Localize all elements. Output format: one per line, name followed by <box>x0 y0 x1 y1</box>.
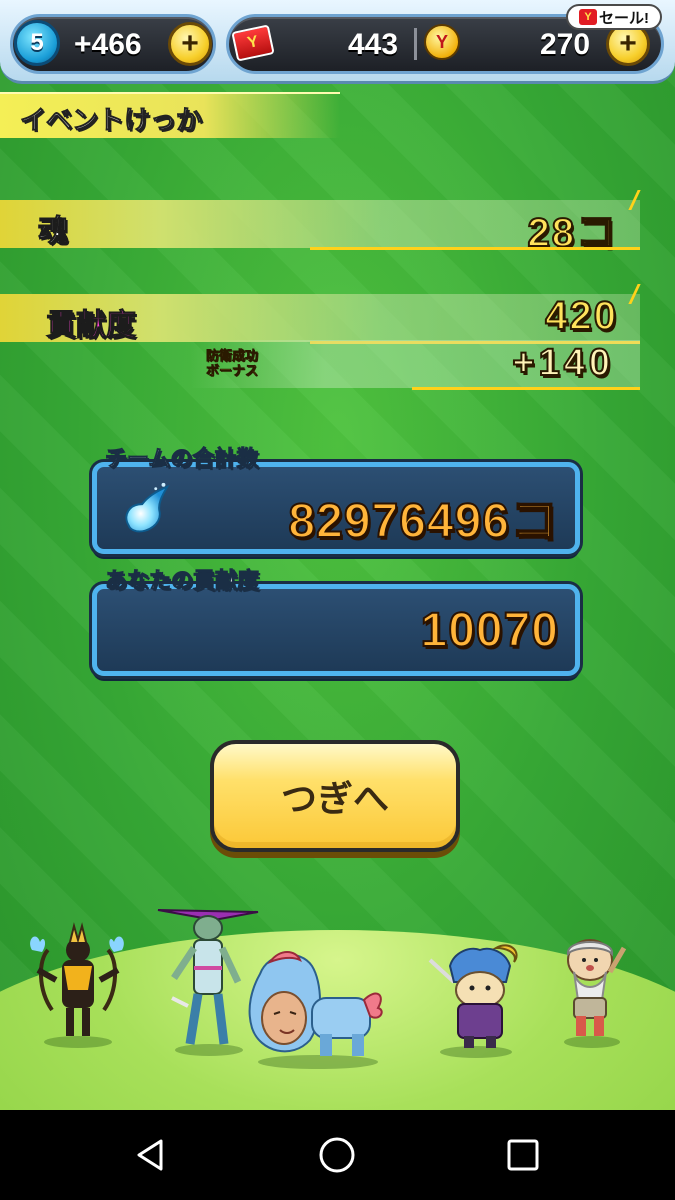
stamina-plus-value: +466 <box>74 28 142 61</box>
stamina-add-button[interactable]: + <box>168 22 212 66</box>
nav-back-button[interactable] <box>126 1130 176 1180</box>
next-button[interactable]: つぎへ <box>210 740 460 852</box>
level-value: 5 <box>30 29 44 56</box>
recents-square-icon <box>507 1139 539 1171</box>
character-flame-demon <box>30 922 124 1048</box>
ticket-count: 443 <box>348 28 399 61</box>
contribution-value: 420 <box>544 293 618 339</box>
coin-count: 270 <box>540 28 591 61</box>
soul-underline <box>310 247 640 250</box>
plus-icon: + <box>619 27 637 60</box>
defense-bonus-label: 防衛成功 ボーナス <box>206 348 276 379</box>
bonus-label-line1: 防衛成功 <box>206 348 259 364</box>
bonus-underline <box>412 387 640 390</box>
nav-recents-button[interactable] <box>498 1130 548 1180</box>
plus-icon: + <box>181 27 199 60</box>
your-contribution-value: 10070 <box>420 603 559 658</box>
contribution-label: 貢献度 <box>46 309 137 343</box>
contribution-row: 貢献度 420 <box>0 284 641 344</box>
soul-label: 魂 <box>38 215 69 249</box>
next-button-label: つぎへ <box>280 778 389 819</box>
defense-bonus-value: +140 <box>511 341 614 385</box>
team-total-value: 82976496コ <box>287 494 559 549</box>
character-old-man <box>564 939 627 1048</box>
sale-label: セール! <box>599 9 649 27</box>
team-total-panel: チームの合計数 82976496コ <box>92 446 580 554</box>
soul-row: 魂 28コ <box>0 190 641 256</box>
your-contribution-title: あなたの貢献度 <box>104 568 260 594</box>
currency-divider <box>414 28 417 60</box>
team-total-title: チームの合計数 <box>104 446 259 472</box>
level-badge-icon: 5 <box>14 20 60 66</box>
your-contribution-panel: あなたの貢献度 10070 <box>92 568 580 676</box>
coin-icon: Y <box>424 24 460 60</box>
soul-icon <box>125 482 170 533</box>
defense-bonus-row: 防衛成功 ボーナス +140 <box>190 340 640 390</box>
game-screen: 5 +466 + Y 443 Y 270 + Y セール! イベントけっか 魂 … <box>0 0 675 1110</box>
back-triangle-icon <box>137 1139 163 1171</box>
character-blue-lion <box>248 951 383 1069</box>
android-nav-bar <box>0 1110 675 1200</box>
nav-home-button[interactable] <box>312 1130 362 1180</box>
event-result-title: イベントけっか <box>19 105 203 136</box>
bonus-label-line2: ボーナス <box>206 363 259 379</box>
top-status-bar: 5 +466 + Y 443 Y 270 + Y セール! <box>0 0 675 84</box>
sale-tag[interactable]: Y セール! <box>566 4 662 30</box>
home-circle-icon <box>319 1137 355 1173</box>
sale-ticket-icon: Y <box>579 9 597 25</box>
event-result-banner: イベントけっか <box>0 92 340 138</box>
character-samurai-cat <box>428 944 518 1058</box>
